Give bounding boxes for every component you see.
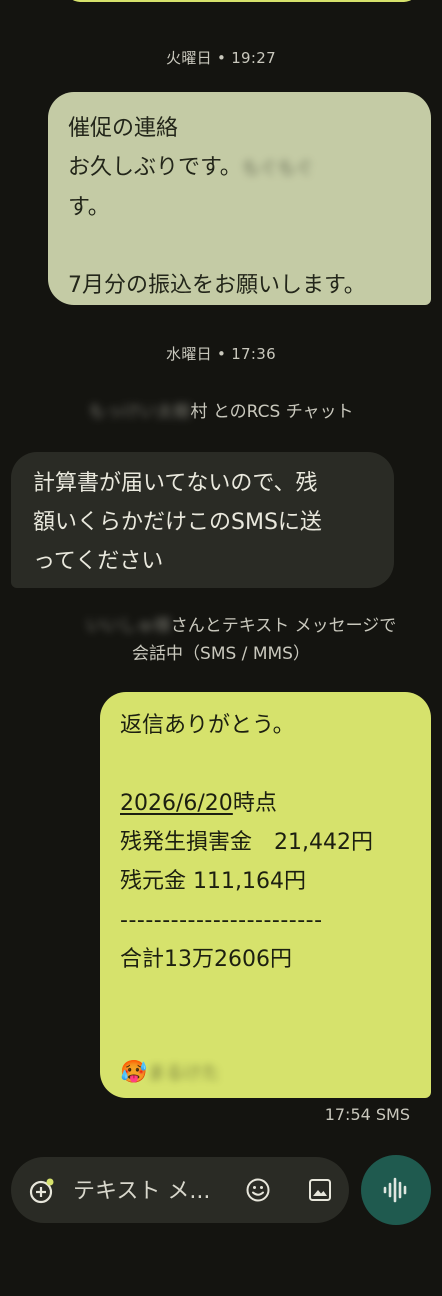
image-icon[interactable] bbox=[307, 1177, 333, 1207]
previous-message-bubble-edge bbox=[66, 0, 418, 2]
timestamp-tuesday: 火曜日 • 19:27 bbox=[166, 49, 276, 67]
rcs-chat-notice: もっけい太樹村 とのRCS チャット bbox=[0, 398, 442, 426]
message-bubble-sent[interactable]: 返信ありがとう。 2026/6/20時点 残発生損害金 21,442円 残元金 … bbox=[100, 692, 431, 1098]
redacted-contact-name: いいしゅ様 bbox=[85, 616, 171, 636]
message-line: 合計13万2606円 bbox=[120, 947, 292, 972]
message-bubble-received[interactable]: 計算書が届いてないので、残 額いくらかだけこのSMSに送 ってください bbox=[11, 452, 394, 588]
message-line: 残発生損害金 21,442円 bbox=[120, 830, 373, 855]
voice-wave-icon bbox=[382, 1176, 410, 1208]
message-divider: ------------------------ bbox=[120, 908, 323, 933]
voice-message-button[interactable] bbox=[361, 1155, 431, 1225]
sms-notice-line: いいしゅ様さんとテキスト メッセージで bbox=[0, 612, 442, 640]
message-line: お久しぶりです。もぐもぐ bbox=[68, 148, 411, 188]
message-line: 催促の連絡 bbox=[68, 116, 179, 141]
message-bubble-reminder[interactable]: 催促の連絡 お久しぶりです。もぐもぐ す。 7月分の振込をお願いします。 bbox=[48, 92, 431, 305]
message-line: 額いくらかだけこのSMSに送 bbox=[33, 510, 322, 535]
message-line: 残元金 111,164円 bbox=[120, 869, 306, 894]
message-line: 計算書が届いてないので、残 bbox=[33, 471, 318, 496]
redacted-contact-name: もっけい太樹 bbox=[88, 402, 191, 422]
message-time-status: 17:54 SMS bbox=[324, 1105, 410, 1124]
add-circle-icon[interactable] bbox=[28, 1177, 56, 1209]
sms-chat-notice: いいしゅ様さんとテキスト メッセージで 会話中（SMS / MMS） bbox=[0, 612, 442, 668]
date-link[interactable]: 2026/6/20 bbox=[120, 791, 233, 816]
timestamp-wednesday: 水曜日 • 17:36 bbox=[166, 345, 276, 363]
composer-input[interactable]: テキスト メ... bbox=[73, 1173, 210, 1205]
message-composer[interactable]: テキスト メ... bbox=[11, 1157, 349, 1223]
sms-notice-line: 会話中（SMS / MMS） bbox=[132, 644, 310, 664]
message-line: 返信ありがとう。 bbox=[120, 713, 295, 738]
emoji-icon[interactable] bbox=[245, 1177, 271, 1207]
redacted-signature: まるけた bbox=[147, 1062, 220, 1084]
message-line: ってください bbox=[33, 549, 164, 574]
redacted-name: もぐもぐ bbox=[241, 157, 314, 179]
message-line: 7月分の振込をお願いします。 bbox=[68, 272, 366, 298]
message-signature: 🥵まるけた bbox=[120, 1053, 411, 1093]
message-line: 2026/6/20時点 bbox=[120, 791, 277, 816]
hot-face-emoji: 🥵 bbox=[120, 1060, 148, 1085]
message-line: す。 bbox=[68, 194, 110, 220]
